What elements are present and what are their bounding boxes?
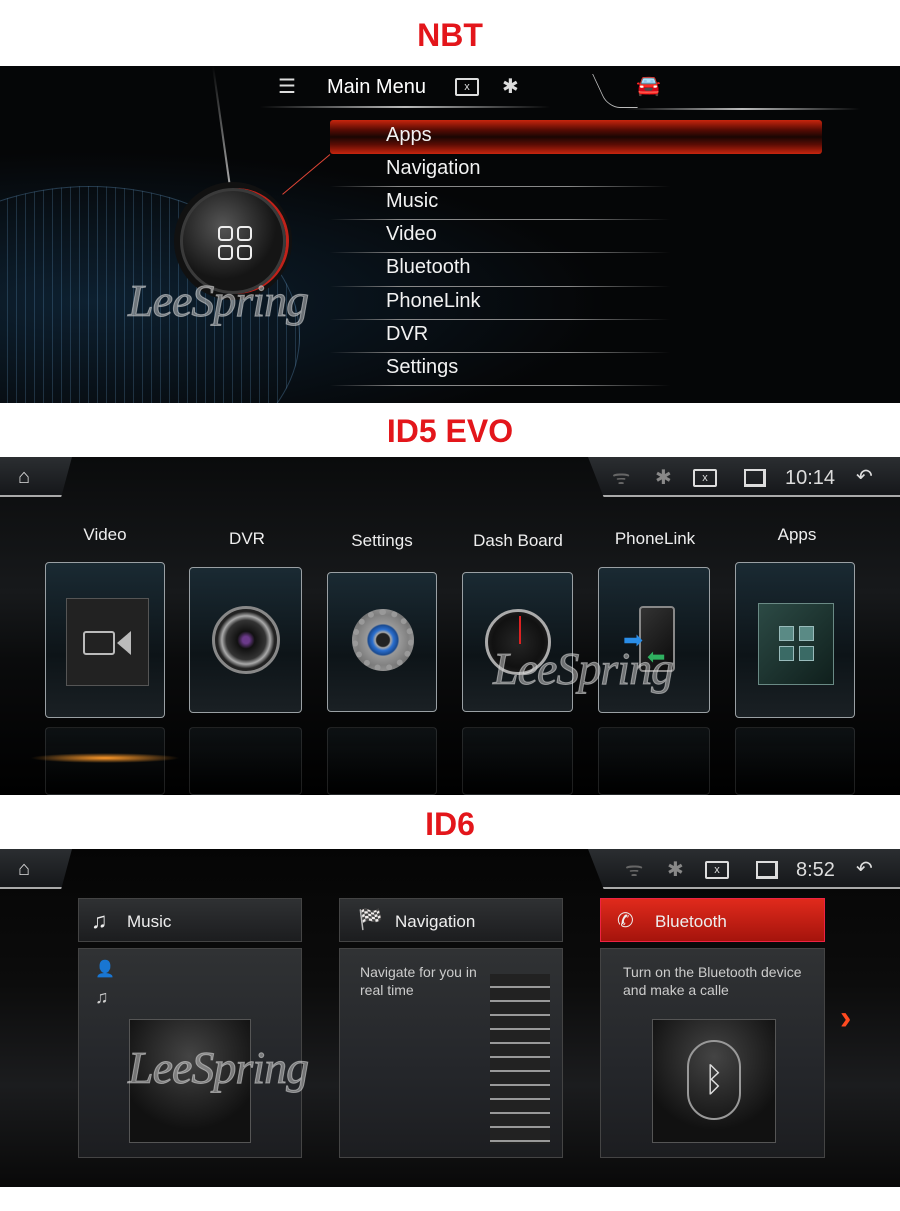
menu-item-bluetooth[interactable]: Bluetooth <box>386 256 471 279</box>
close-box-icon[interactable]: x <box>705 861 729 879</box>
car-icon[interactable]: 🚘 <box>636 75 661 97</box>
watermark-logo: LeeSpring <box>127 1042 309 1094</box>
home-button[interactable]: ⌂ <box>0 849 72 889</box>
menu-item-music[interactable]: Music <box>386 190 438 213</box>
video-camera-icon <box>66 598 149 686</box>
tab-divider <box>592 74 638 108</box>
card-body-navigation[interactable]: Navigate for you in real time <box>339 948 563 1158</box>
tile-label-dvr: DVR <box>229 529 265 548</box>
bluetooth-icon: ᛒ <box>687 1040 741 1120</box>
tile-label-phonelink: PhoneLink <box>614 529 696 548</box>
status-bar: ⌂ ᯤ ✱ x 8:52 ↶ <box>0 849 900 891</box>
divider <box>330 219 670 220</box>
home-button[interactable]: ⌂ <box>0 457 72 497</box>
checkered-flag-icon: 🏁 <box>358 909 383 931</box>
tile-reflection <box>735 727 855 795</box>
phone-icon: ✆ <box>617 910 634 932</box>
gear-icon <box>352 609 414 671</box>
card-description: Turn on the Bluetooth device and make a … <box>623 964 802 998</box>
menu-item-video[interactable]: Video <box>386 223 437 246</box>
tile-reflection <box>462 727 573 795</box>
tile-video[interactable] <box>45 562 165 718</box>
card-header-music[interactable]: ♫ Music <box>78 898 302 942</box>
card-body-bluetooth[interactable]: Turn on the Bluetooth device and make a … <box>600 948 825 1158</box>
chevron-right-icon[interactable]: › <box>840 999 851 1038</box>
card-title: Bluetooth <box>655 912 727 931</box>
tab-underline <box>625 108 860 110</box>
song-icon: ♫ <box>95 987 109 1007</box>
wifi-icon: ᯤ <box>612 467 631 489</box>
tile-reflection <box>189 727 302 795</box>
menu-item-phonelink[interactable]: PhoneLink <box>386 290 481 313</box>
card-header-navigation[interactable]: 🏁 Navigation <box>339 898 563 942</box>
close-box-icon[interactable]: x <box>693 469 717 487</box>
nbt-screen: ☰ Main Menu x ✱ 🚘 Apps Navigation Music … <box>0 66 900 403</box>
id5-screen: ⌂ ᯤ ✱ x 10:14 ↶ Video DVR Settings Dash … <box>0 457 900 795</box>
selection-glow <box>30 753 180 763</box>
card-title: Navigation <box>395 912 476 931</box>
apps-grid-icon <box>218 226 252 260</box>
divider <box>330 385 670 386</box>
apps-grid-icon <box>758 603 834 685</box>
section-title-id6: ID6 <box>425 806 475 842</box>
tile-dvr[interactable] <box>189 567 302 713</box>
back-icon[interactable]: ↶ <box>856 466 873 488</box>
tile-reflection <box>327 727 437 795</box>
card-description: Navigate for you in real time <box>360 964 477 998</box>
card-header-bluetooth[interactable]: ✆ Bluetooth <box>600 898 825 942</box>
divider <box>330 252 670 253</box>
home-icon: ⌂ <box>18 466 31 488</box>
bluetooth-tile: ᛒ <box>652 1019 776 1143</box>
divider <box>330 286 670 287</box>
bluetooth-icon: ✱ <box>667 859 684 881</box>
clock: 8:52 <box>796 859 835 881</box>
clock: 10:14 <box>785 467 836 489</box>
menu-item-settings[interactable]: Settings <box>386 356 458 379</box>
divider <box>330 186 670 187</box>
id6-screen: ⌂ ᯤ ✱ x 8:52 ↶ ♫ Music 👤 ♫ 🏁 Navigation … <box>0 849 900 1187</box>
music-note-icon: ♫ <box>91 908 108 933</box>
tile-label-apps: Apps <box>777 525 817 544</box>
connector-line <box>282 154 331 195</box>
divider <box>330 319 670 320</box>
watermark-logo: LeeSpring <box>127 275 309 327</box>
artist-icon: 👤 <box>95 961 115 978</box>
camera-lens-icon <box>212 606 280 674</box>
status-bar: ⌂ ᯤ ✱ x 10:14 ↶ <box>0 457 900 499</box>
wifi-icon: ᯤ <box>625 859 644 881</box>
header-underline <box>260 106 550 108</box>
home-icon: ⌂ <box>18 858 31 880</box>
bluetooth-icon: ✱ <box>502 76 519 98</box>
section-title-id5: ID5 EVO <box>386 413 514 449</box>
tile-label-dashboard: Dash Board <box>473 531 563 550</box>
bluetooth-icon: ✱ <box>655 467 672 489</box>
close-box-icon[interactable]: x <box>455 78 479 96</box>
tile-label-video: Video <box>83 525 127 544</box>
decorative-line <box>212 66 231 185</box>
city-towers-illustration <box>490 974 550 1144</box>
window-icon[interactable] <box>756 861 778 879</box>
window-icon[interactable] <box>744 469 766 487</box>
menu-item-dvr[interactable]: DVR <box>386 323 428 346</box>
menu-item-apps[interactable]: Apps <box>386 124 432 147</box>
menu-item-navigation[interactable]: Navigation <box>386 157 481 180</box>
card-title: Music <box>127 912 172 931</box>
header-title: Main Menu <box>327 76 426 98</box>
menu-list-icon[interactable]: ☰ <box>278 76 296 98</box>
section-title-nbt: NBT <box>417 17 483 53</box>
tile-reflection <box>598 727 710 795</box>
tile-apps[interactable] <box>735 562 855 718</box>
divider <box>330 352 670 353</box>
tile-settings[interactable] <box>327 572 437 712</box>
watermark-logo: LeeSpring <box>492 643 674 695</box>
tile-label-settings: Settings <box>351 531 413 550</box>
back-icon[interactable]: ↶ <box>856 858 873 880</box>
